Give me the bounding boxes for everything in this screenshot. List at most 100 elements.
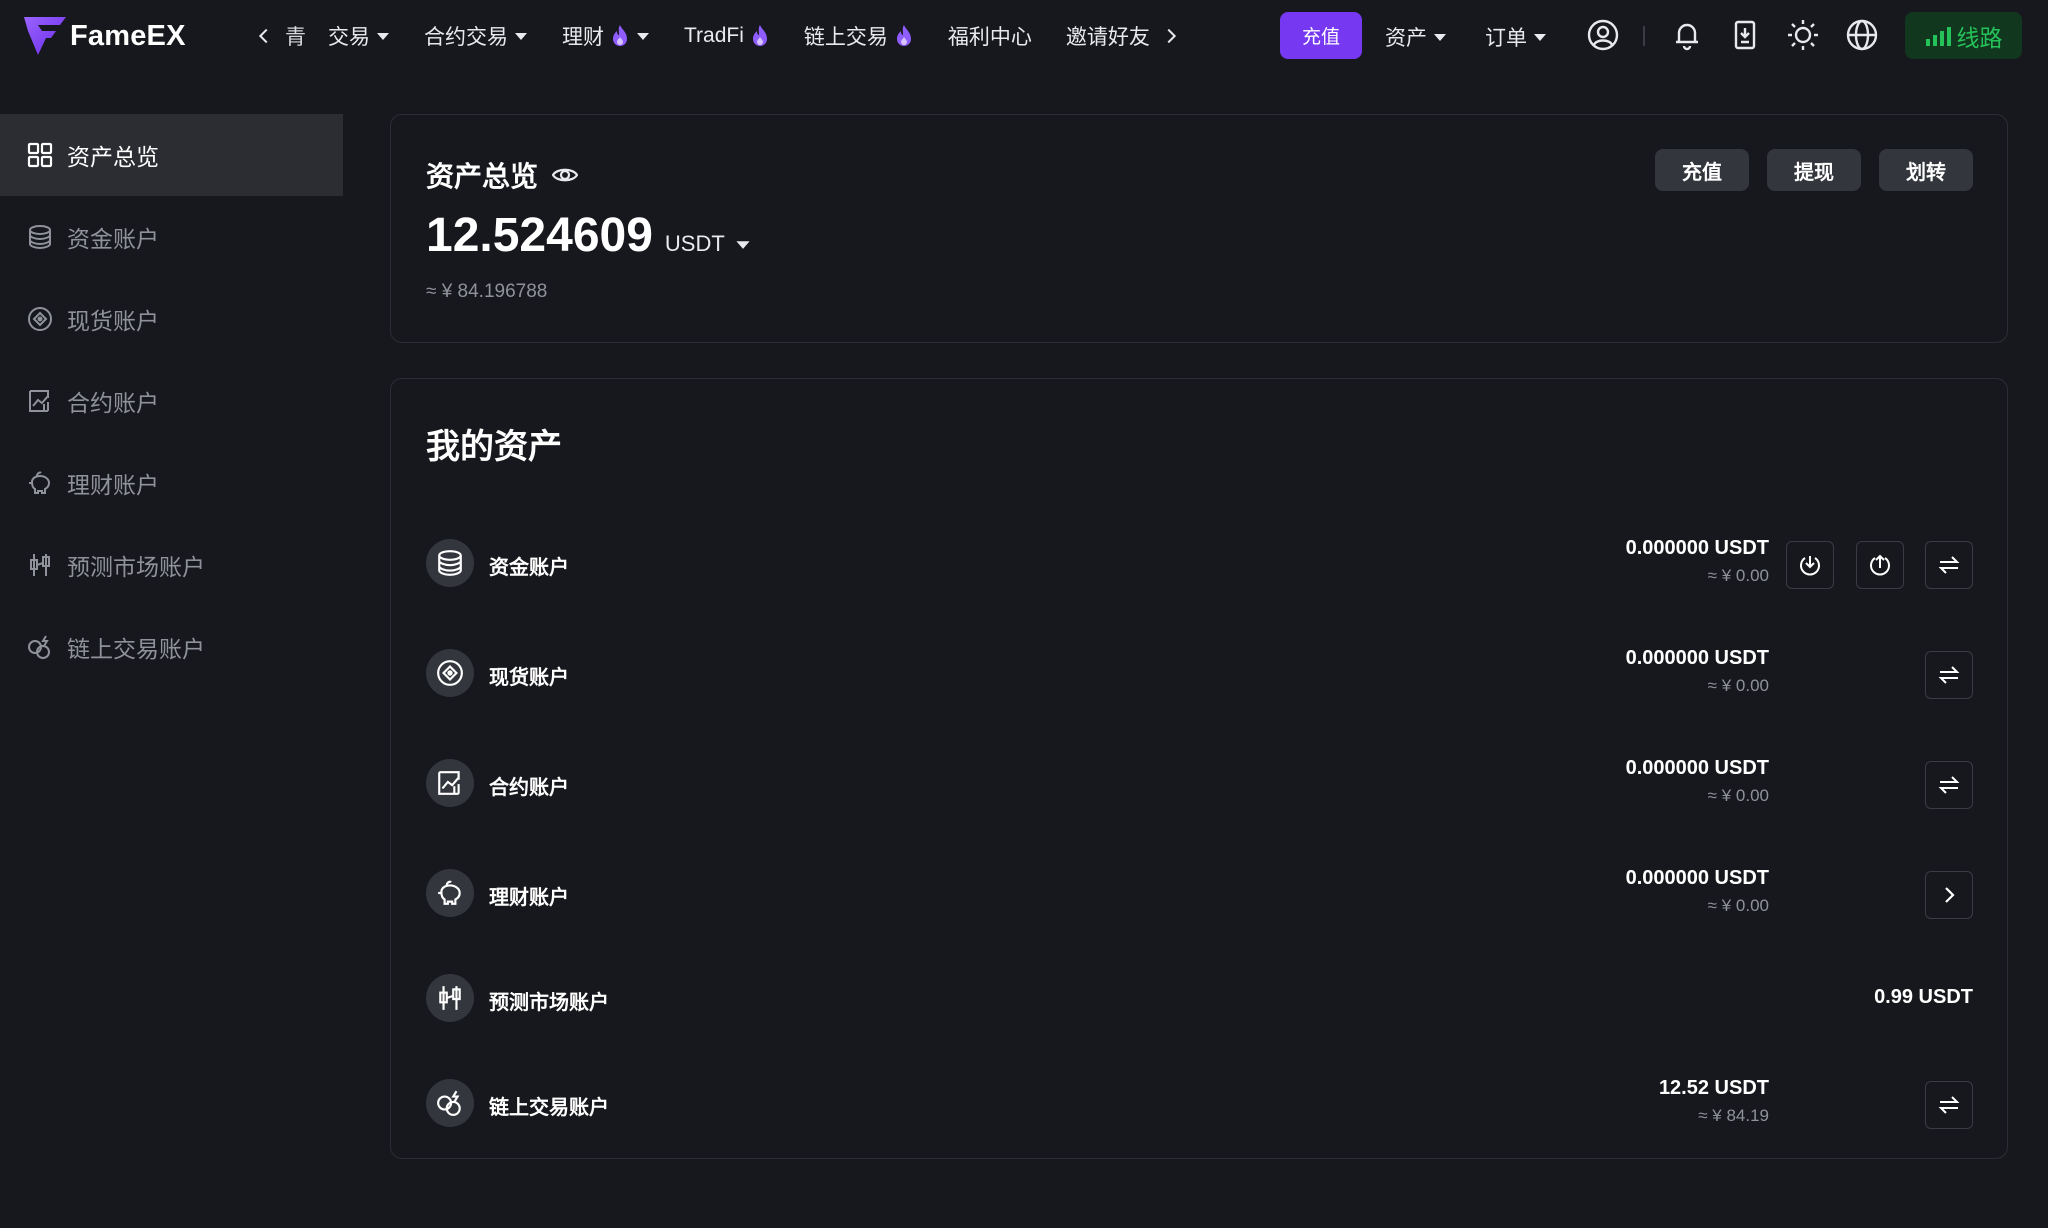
brand-name: FameEX	[70, 19, 186, 52]
currency-label: USDT	[664, 231, 725, 256]
eye-icon[interactable]	[552, 165, 579, 185]
top-recharge-button[interactable]: 充值	[1280, 12, 1362, 59]
top-nav: FameEX 青 交易 合约交易 理财 TradFi 链上交易 福利中心 邀请好…	[0, 0, 2048, 72]
nav-rewards[interactable]: 福利中心	[948, 21, 1032, 51]
caret-down-icon	[1534, 34, 1546, 41]
nav-invite-label: 邀请好友	[1065, 26, 1150, 49]
sidebar-item-label: 链上交易账户	[67, 636, 205, 662]
candles-icon	[426, 974, 474, 1022]
sidebar-item-label: 合约账户	[67, 390, 159, 416]
fire-icon	[613, 25, 627, 46]
candles-icon	[30, 554, 50, 576]
asset-usdt-value: 0.000000 USDT	[1625, 757, 1769, 779]
withdraw-action-button[interactable]	[1856, 541, 1904, 589]
asset-row-futures: 合约账户 0.000000 USDT ≈ ¥ 0.00	[426, 757, 1973, 809]
network-line-button[interactable]: 线路	[1905, 12, 2022, 59]
network-line-label: 线路	[1956, 24, 2003, 51]
total-cny-value: ≈ ¥ 84.196788	[426, 281, 548, 302]
sidebar-item-label: 预测市场账户	[67, 554, 205, 580]
database-icon	[29, 225, 51, 250]
withdraw-button[interactable]: 提现	[1767, 149, 1861, 191]
chain-icon	[426, 1079, 474, 1127]
asset-row-name: 合约账户	[489, 777, 569, 799]
sidebar-item-prediction[interactable]: 预测市场账户	[0, 524, 343, 606]
nav-onchain[interactable]: 链上交易	[804, 21, 914, 51]
download-icon	[1800, 556, 1820, 576]
asset-cny-value: ≈ ¥ 84.19	[1698, 1106, 1769, 1125]
asset-usdt-value: 0.99 USDT	[1874, 986, 1973, 1008]
assets-dropdown[interactable]: 资产	[1385, 22, 1447, 52]
divider	[1643, 26, 1645, 46]
asset-row-earn: 理财账户 0.000000 USDT ≈ ¥ 0.00	[426, 867, 1973, 919]
overview-heading: 资产总览	[426, 155, 579, 195]
total-amount: 12.524609	[426, 209, 653, 262]
theme-sun-icon[interactable]	[1786, 18, 1820, 52]
chevron-right-icon	[1945, 887, 1955, 903]
nav-invite[interactable]: 邀请好友	[1066, 21, 1150, 51]
asset-row-name: 资金账户	[489, 557, 569, 579]
nav-onchain-label: 链上交易	[803, 26, 888, 49]
nav-item-partial[interactable]: 青	[285, 21, 306, 51]
nav-earn-label: 理财	[562, 26, 604, 49]
sidebar-item-spot[interactable]: 现货账户	[0, 278, 343, 360]
chevron-right-icon[interactable]	[1160, 25, 1182, 47]
signal-icon	[1925, 26, 1951, 46]
nav-trade-label: 交易	[328, 26, 370, 49]
globe-icon[interactable]	[1845, 18, 1879, 52]
spot-icon	[28, 307, 52, 331]
download-app-icon[interactable]	[1728, 18, 1762, 52]
asset-overview-card: 资产总览 12.524609 USDT ≈ ¥ 84.196788 充值 提现 …	[390, 114, 2008, 343]
fire-icon	[896, 25, 911, 46]
sidebar-item-earn[interactable]: 理财账户	[0, 442, 343, 524]
deposit-button[interactable]: 充值	[1655, 149, 1749, 191]
transfer-action-button[interactable]	[1925, 1081, 1973, 1129]
chart-icon	[29, 390, 49, 412]
sidebar-item-futures[interactable]: 合约账户	[0, 360, 343, 442]
orders-dropdown[interactable]: 订单	[1485, 22, 1547, 52]
grid-icon	[27, 142, 53, 168]
transfer-action-button[interactable]	[1925, 761, 1973, 809]
asset-row-onchain: 链上交易账户 12.52 USDT ≈ ¥ 84.19	[426, 1077, 1973, 1129]
chart-icon	[426, 759, 474, 807]
asset-row-funding: 资金账户 0.000000 USDT ≈ ¥ 0.00	[426, 537, 1973, 589]
caret-down-icon	[1434, 34, 1446, 41]
transfer-button[interactable]: 划转	[1879, 149, 1973, 191]
nav-tradfi-label: TradFi	[684, 24, 744, 47]
nav-futures[interactable]: 合约交易	[424, 21, 528, 51]
asset-row-value: 0.99 USDT	[1874, 986, 1973, 1009]
currency-selector[interactable]: USDT	[665, 231, 751, 257]
asset-usdt-value: 0.000000 USDT	[1625, 647, 1769, 669]
user-icon[interactable]	[1586, 18, 1620, 52]
asset-row-prediction: 预测市场账户 0.99 USDT	[426, 974, 1973, 1024]
piggy-icon	[426, 869, 474, 917]
spot-icon	[426, 649, 474, 697]
caret-down-icon	[637, 33, 649, 40]
sidebar-item-onchain[interactable]: 链上交易账户	[0, 606, 343, 688]
fameex-logo-icon	[24, 17, 66, 55]
database-icon	[426, 539, 474, 587]
overview-actions: 充值 提现 划转	[1637, 149, 1973, 191]
caret-down-icon	[377, 33, 389, 40]
asset-row-value: 0.000000 USDT ≈ ¥ 0.00	[1626, 537, 1769, 586]
transfer-icon	[1938, 776, 1960, 794]
asset-row-value: 0.000000 USDT ≈ ¥ 0.00	[1626, 757, 1769, 806]
nav-earn[interactable]: 理财	[562, 21, 650, 51]
asset-cny-value: ≈ ¥ 0.00	[1707, 566, 1769, 585]
chevron-left-icon[interactable]	[253, 25, 275, 47]
asset-row-spot: 现货账户 0.000000 USDT ≈ ¥ 0.00	[426, 647, 1973, 699]
deposit-action-button[interactable]	[1786, 541, 1834, 589]
logo[interactable]: FameEX	[24, 17, 220, 55]
transfer-action-button[interactable]	[1925, 541, 1973, 589]
caret-down-icon	[736, 240, 750, 249]
sidebar-item-overview[interactable]: 资产总览	[0, 114, 343, 196]
bell-icon[interactable]	[1670, 18, 1704, 52]
asset-usdt-value: 0.000000 USDT	[1625, 867, 1769, 889]
asset-row-value: 0.000000 USDT ≈ ¥ 0.00	[1626, 647, 1769, 696]
nav-trade[interactable]: 交易	[328, 21, 390, 51]
view-earn-button[interactable]	[1925, 871, 1973, 919]
asset-row-name: 链上交易账户	[489, 1097, 609, 1119]
transfer-action-button[interactable]	[1925, 651, 1973, 699]
nav-tradfi[interactable]: TradFi	[684, 24, 770, 48]
nav-rewards-label: 福利中心	[947, 26, 1032, 49]
sidebar-item-funding[interactable]: 资金账户	[0, 196, 343, 278]
